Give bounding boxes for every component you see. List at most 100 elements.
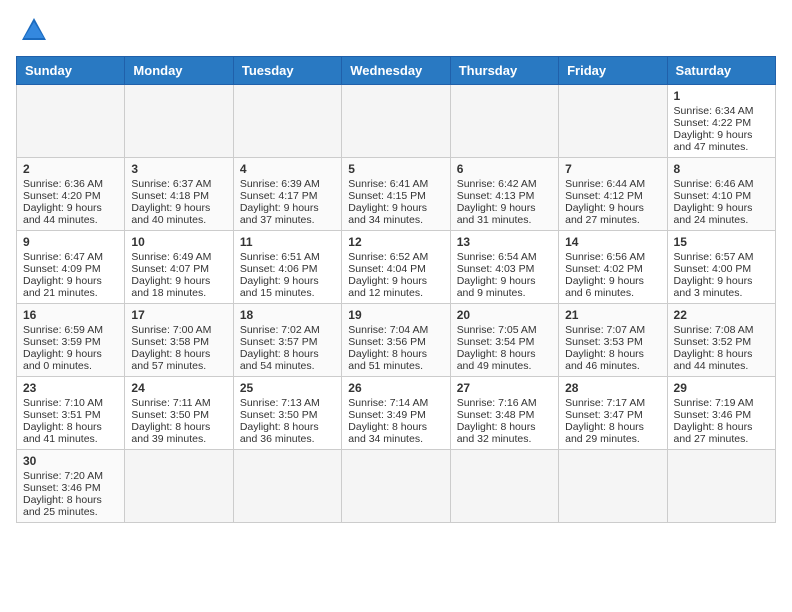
- day-number: 13: [457, 235, 552, 249]
- calendar-cell: 30Sunrise: 7:20 AMSunset: 3:46 PMDayligh…: [17, 450, 125, 523]
- calendar-cell: 20Sunrise: 7:05 AMSunset: 3:54 PMDayligh…: [450, 304, 558, 377]
- sunset-label: Sunset: 4:04 PM: [348, 263, 426, 275]
- calendar-cell: 29Sunrise: 7:19 AMSunset: 3:46 PMDayligh…: [667, 377, 775, 450]
- sunset-label: Sunset: 3:49 PM: [348, 409, 426, 421]
- daylight-label: Daylight: 9 hours and 21 minutes.: [23, 275, 102, 299]
- sunrise-label: Sunrise: 6:41 AM: [348, 178, 428, 190]
- calendar-cell: 25Sunrise: 7:13 AMSunset: 3:50 PMDayligh…: [233, 377, 341, 450]
- calendar-cell: 1Sunrise: 6:34 AMSunset: 4:22 PMDaylight…: [667, 85, 775, 158]
- day-number: 3: [131, 162, 226, 176]
- calendar-cell: 8Sunrise: 6:46 AMSunset: 4:10 PMDaylight…: [667, 158, 775, 231]
- calendar-cell: 12Sunrise: 6:52 AMSunset: 4:04 PMDayligh…: [342, 231, 450, 304]
- calendar-week-row: 16 Sunrise: 6:59 AMSunset: 3:59 PM Dayligh…: [17, 304, 776, 377]
- sunrise-label: Sunrise: 7:08 AM: [674, 324, 754, 336]
- day-number: 19: [348, 308, 443, 322]
- daylight-label: Daylight: 8 hours and 44 minutes.: [674, 348, 753, 372]
- daylight-label: Daylight: 8 hours and 25 minutes.: [23, 494, 102, 518]
- calendar-cell: [342, 450, 450, 523]
- sunset-label: Sunset: 3:51 PM: [23, 409, 101, 421]
- sunrise-label: Sunrise: 7:16 AM: [457, 397, 537, 409]
- page-header: [16, 16, 776, 44]
- calendar-cell: 16Sunrise: 6:59 AMSunset: 3:59 PMDayligh…: [17, 304, 125, 377]
- sunset-label: Sunset: 3:53 PM: [565, 336, 643, 348]
- sunset-label: Sunset: 4:13 PM: [457, 190, 535, 202]
- daylight-label: Daylight: 9 hours and 3 minutes.: [674, 275, 753, 299]
- sunset-label: Sunset: 3:52 PM: [674, 336, 752, 348]
- calendar-cell: 6Sunrise: 6:42 AMSunset: 4:13 PMDaylight…: [450, 158, 558, 231]
- daylight-label: Daylight: 9 hours and 47 minutes.: [674, 129, 753, 153]
- sunset-label: Sunset: 3:54 PM: [457, 336, 535, 348]
- day-number: 2: [23, 162, 118, 176]
- day-number: 24: [131, 381, 226, 395]
- sunrise-label: Sunrise: 6:59 AM: [23, 324, 103, 336]
- calendar-cell: 27Sunrise: 7:16 AMSunset: 3:48 PMDayligh…: [450, 377, 558, 450]
- day-number: 23: [23, 381, 118, 395]
- weekday-header-monday: Monday: [125, 57, 233, 85]
- sunrise-label: Sunrise: 6:46 AM: [674, 178, 754, 190]
- daylight-label: Daylight: 9 hours and 40 minutes.: [131, 202, 210, 226]
- day-number: 7: [565, 162, 660, 176]
- sunset-label: Sunset: 3:47 PM: [565, 409, 643, 421]
- sunrise-label: Sunrise: 6:37 AM: [131, 178, 211, 190]
- day-number: 27: [457, 381, 552, 395]
- sunset-label: Sunset: 3:56 PM: [348, 336, 426, 348]
- day-number: 30: [23, 454, 118, 468]
- day-number: 11: [240, 235, 335, 249]
- daylight-label: Daylight: 9 hours and 15 minutes.: [240, 275, 319, 299]
- calendar-cell: 11 Sunrise: 6:51 AMSunset: 4:06 PMDayligh…: [233, 231, 341, 304]
- calendar-cell: [125, 450, 233, 523]
- calendar-cell: 23Sunrise: 7:10 AMSunset: 3:51 PMDayligh…: [17, 377, 125, 450]
- sunset-label: Sunset: 4:12 PM: [565, 190, 643, 202]
- sunrise-label: Sunrise: 7:14 AM: [348, 397, 428, 409]
- sunset-label: Sunset: 4:09 PM: [23, 263, 101, 275]
- sunrise-label: Sunrise: 7:04 AM: [348, 324, 428, 336]
- sunset-label: Sunset: 4:18 PM: [131, 190, 209, 202]
- day-number: 14: [565, 235, 660, 249]
- weekday-header-sunday: Sunday: [17, 57, 125, 85]
- sunrise-label: Sunrise: 6:36 AM: [23, 178, 103, 190]
- logo: [16, 16, 48, 44]
- sunrise-label: Sunrise: 7:10 AM: [23, 397, 103, 409]
- day-number: 28: [565, 381, 660, 395]
- day-number: 16: [23, 308, 118, 322]
- calendar-cell: 21Sunrise: 7:07 AMSunset: 3:53 PMDayligh…: [559, 304, 667, 377]
- calendar-cell: 5Sunrise: 6:41 AMSunset: 4:15 PMDaylight…: [342, 158, 450, 231]
- calendar-cell: 28Sunrise: 7:17 AMSunset: 3:47 PMDayligh…: [559, 377, 667, 450]
- calendar-week-row: 23 Sunrise: 7:10 AMSunset: 3:51 PM Dayligh…: [17, 377, 776, 450]
- daylight-label: Daylight: 8 hours and 36 minutes.: [240, 421, 319, 445]
- sunrise-label: Sunrise: 7:07 AM: [565, 324, 645, 336]
- day-number: 1: [674, 89, 769, 103]
- daylight-label: Daylight: 8 hours and 32 minutes.: [457, 421, 536, 445]
- calendar-week-row: 1Sunrise: 6:34 AMSunset: 4:22 PMDaylight…: [17, 85, 776, 158]
- calendar-week-row: 30Sunrise: 7:20 AMSunset: 3:46 PMDayligh…: [17, 450, 776, 523]
- daylight-label: Daylight: 9 hours and 18 minutes.: [131, 275, 210, 299]
- daylight-label: Daylight: 8 hours and 57 minutes.: [131, 348, 210, 372]
- sunrise-label: Sunrise: 6:47 AM: [23, 251, 103, 263]
- day-number: 21: [565, 308, 660, 322]
- sunrise-label: Sunrise: 6:56 AM: [565, 251, 645, 263]
- sunrise-label: Sunrise: 6:42 AM: [457, 178, 537, 190]
- calendar-cell: 18Sunrise: 7:02 AMSunset: 3:57 PMDayligh…: [233, 304, 341, 377]
- calendar-cell: [667, 450, 775, 523]
- calendar-table: SundayMondayTuesdayWednesdayThursdayFrid…: [16, 56, 776, 523]
- day-number: 25: [240, 381, 335, 395]
- logo-icon: [20, 16, 48, 44]
- sunset-label: Sunset: 4:10 PM: [674, 190, 752, 202]
- daylight-label: Daylight: 9 hours and 6 minutes.: [565, 275, 644, 299]
- calendar-cell: 4Sunrise: 6:39 AMSunset: 4:17 PMDaylight…: [233, 158, 341, 231]
- daylight-label: Daylight: 9 hours and 27 minutes.: [565, 202, 644, 226]
- sunrise-label: Sunrise: 7:11 AM: [131, 397, 210, 409]
- sunrise-label: Sunrise: 6:51 AM: [240, 251, 320, 263]
- sunrise-label: Sunrise: 6:54 AM: [457, 251, 537, 263]
- calendar-cell: [450, 450, 558, 523]
- calendar-cell: [450, 85, 558, 158]
- daylight-label: Daylight: 8 hours and 49 minutes.: [457, 348, 536, 372]
- sunset-label: Sunset: 4:17 PM: [240, 190, 318, 202]
- sunset-label: Sunset: 4:00 PM: [674, 263, 752, 275]
- sunset-label: Sunset: 3:59 PM: [23, 336, 101, 348]
- sunrise-label: Sunrise: 7:13 AM: [240, 397, 320, 409]
- daylight-label: Daylight: 9 hours and 12 minutes.: [348, 275, 427, 299]
- sunset-label: Sunset: 4:06 PM: [240, 263, 318, 275]
- calendar-cell: [559, 450, 667, 523]
- sunrise-label: Sunrise: 7:17 AM: [565, 397, 645, 409]
